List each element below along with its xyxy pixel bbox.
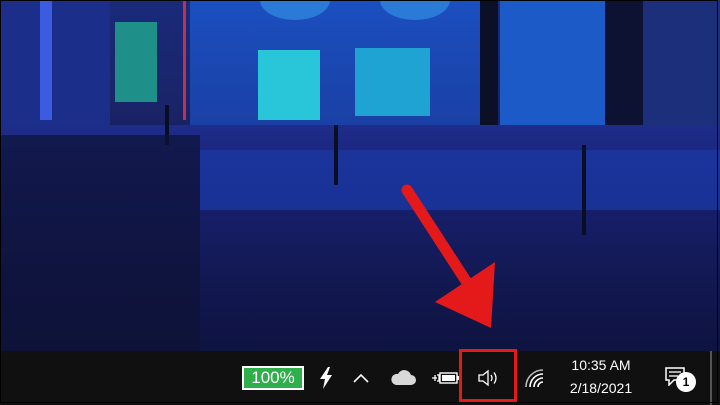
image-border [0,0,718,403]
